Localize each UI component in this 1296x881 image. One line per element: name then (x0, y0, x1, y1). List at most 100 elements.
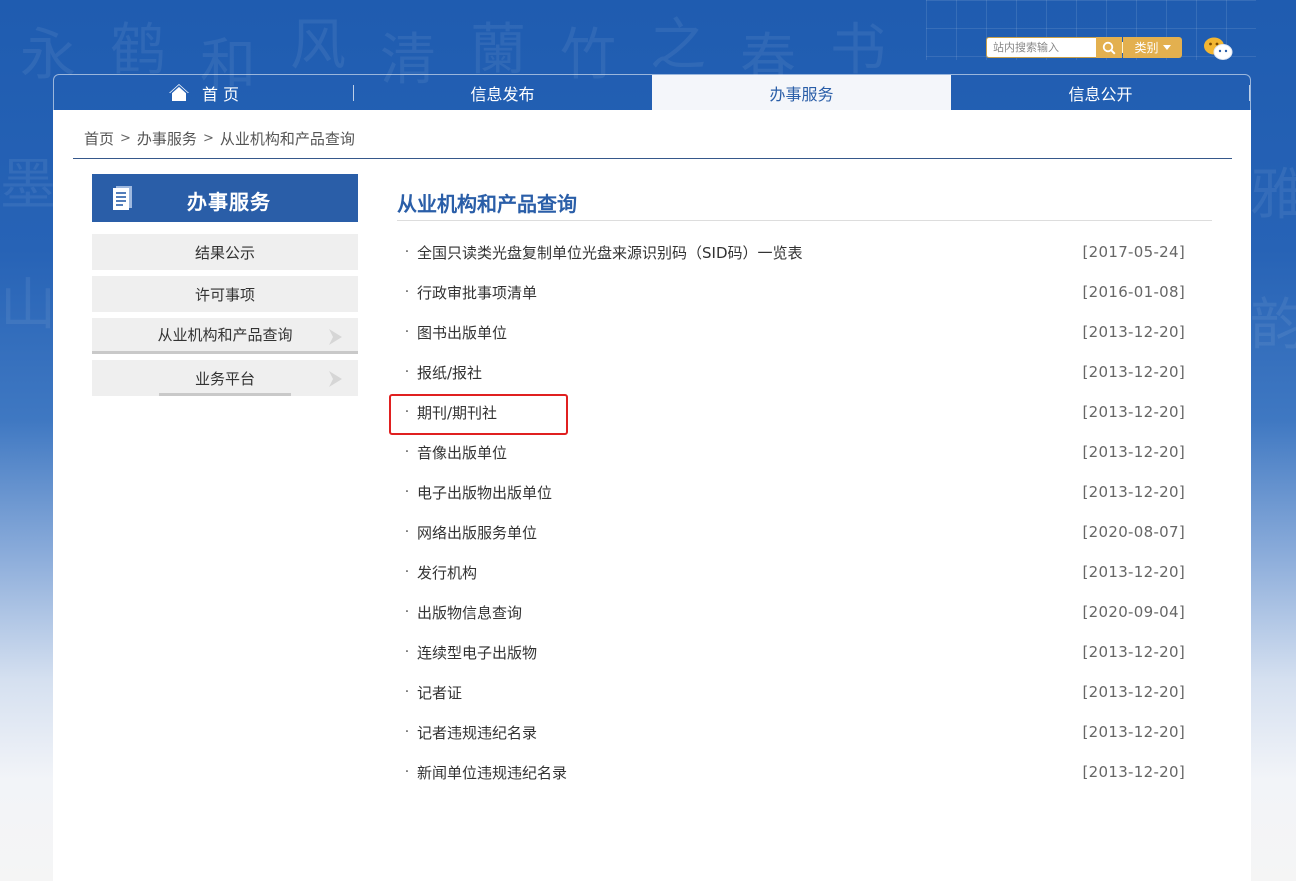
list-item-date: [2020-08-07] (1082, 523, 1185, 541)
breadcrumb-separator: > (202, 131, 214, 146)
sidebar-item-label: 业务平台 (194, 369, 255, 388)
bullet: · (404, 364, 410, 380)
result-list: · 全国只读类光盘复制单位光盘来源识别码（SID码）一览表 [2017-05-24… (397, 232, 1185, 792)
list-item-link[interactable]: 图书出版单位 (417, 322, 507, 343)
nav-services-label: 办事服务 (769, 84, 834, 104)
list-item: · 行政审批事项清单 [2016-01-08] (397, 272, 1185, 312)
list-item: · 电子出版物出版单位 [2013-12-20] (397, 472, 1185, 512)
nav-info-release[interactable]: 信息发布 (353, 75, 652, 110)
list-item: · 报纸/报社 [2013-12-20] (397, 352, 1185, 392)
list-item: · 出版物信息查询 [2020-09-04] (397, 592, 1185, 632)
breadcrumb-divider (73, 158, 1232, 159)
chevron-down-icon (1162, 45, 1171, 50)
bullet: · (404, 684, 410, 700)
breadcrumb: 首页 > 办事服务 > 从业机构和产品查询 (84, 128, 355, 149)
page-title: 从业机构和产品查询 (397, 192, 577, 216)
category-label: 类别 (1134, 41, 1159, 55)
sidebar-item-label: 从业机构和产品查询 (157, 326, 293, 344)
main-nav: 首 页 信息发布 办事服务 信息公开 (53, 74, 1251, 110)
list-item: · 连续型电子出版物 [2013-12-20] (397, 632, 1185, 672)
list-item-date: [2013-12-20] (1082, 363, 1185, 381)
list-item-date: [2020-09-04] (1082, 603, 1185, 621)
bullet: · (404, 764, 410, 780)
list-item: · 期刊/期刊社 [2013-12-20] (397, 392, 1185, 432)
list-item-date: [2017-05-24] (1082, 243, 1185, 261)
nav-home-label: 首 页 (201, 84, 240, 104)
main-panel: 首页 > 办事服务 > 从业机构和产品查询 办事服务 结果公示 许可事项 从业机… (53, 110, 1251, 881)
document-icon (113, 186, 132, 210)
search-icon (1102, 41, 1116, 55)
list-item-link[interactable]: 发行机构 (417, 562, 477, 583)
list-item-date: [2016-01-08] (1082, 283, 1185, 301)
list-item-date: [2013-12-20] (1082, 683, 1185, 701)
nav-info-release-label: 信息发布 (470, 84, 535, 104)
home-icon (168, 84, 189, 101)
title-divider (397, 220, 1212, 221)
list-item-date: [2013-12-20] (1082, 723, 1185, 741)
breadcrumb-services[interactable]: 办事服务 (137, 128, 197, 149)
list-item-link[interactable]: 记者证 (417, 682, 462, 703)
list-item-link[interactable]: 行政审批事项清单 (417, 282, 537, 303)
category-dropdown[interactable]: 类别 (1123, 37, 1182, 58)
list-item-date: [2013-12-20] (1082, 643, 1185, 661)
site-search: 类别 (986, 37, 1182, 58)
bullet: · (404, 604, 410, 620)
list-item: · 音像出版单位 [2013-12-20] (397, 432, 1185, 472)
search-button[interactable] (1096, 37, 1122, 58)
list-item-date: [2013-12-20] (1082, 483, 1185, 501)
bullet: · (404, 444, 410, 460)
sidebar-item-institution-query[interactable]: 从业机构和产品查询 (92, 318, 358, 354)
sidebar-item-label: 许可事项 (194, 285, 255, 304)
list-item-date: [2013-12-20] (1082, 403, 1185, 421)
hover-underline (159, 393, 291, 396)
nav-services[interactable]: 办事服务 (652, 75, 951, 110)
nav-info-disclosure-label: 信息公开 (1068, 84, 1133, 104)
list-item: · 记者违规违纪名录 [2013-12-20] (397, 712, 1185, 752)
wechat-icon (1204, 37, 1233, 60)
bullet: · (404, 284, 410, 300)
list-item: · 发行机构 [2013-12-20] (397, 552, 1185, 592)
bullet: · (404, 484, 410, 500)
wechat-button[interactable] (1203, 36, 1235, 62)
sidebar-item-label: 结果公示 (194, 243, 255, 262)
list-item-date: [2013-12-20] (1082, 763, 1185, 781)
sidebar-item-results[interactable]: 结果公示 (92, 234, 358, 270)
sidebar-menu: 结果公示 许可事项 从业机构和产品查询 业务平台 (92, 234, 358, 402)
bullet: · (404, 524, 410, 540)
bullet: · (404, 564, 410, 580)
list-item-link[interactable]: 出版物信息查询 (417, 602, 522, 623)
nav-home[interactable]: 首 页 (54, 75, 353, 110)
sidebar-item-permits[interactable]: 许可事项 (92, 276, 358, 312)
sidebar-item-business-platform[interactable]: 业务平台 (92, 360, 358, 396)
list-item-date: [2013-12-20] (1082, 443, 1185, 461)
bullet: · (404, 644, 410, 660)
list-item-date: [2013-12-20] (1082, 323, 1185, 341)
nav-info-disclosure[interactable]: 信息公开 (951, 75, 1250, 110)
bullet: · (404, 244, 410, 260)
breadcrumb-current: 从业机构和产品查询 (219, 130, 355, 148)
list-item-link[interactable]: 报纸/报社 (417, 362, 482, 383)
list-item-date: [2013-12-20] (1082, 563, 1185, 581)
breadcrumb-separator: > (120, 131, 131, 146)
list-item: · 图书出版单位 [2013-12-20] (397, 312, 1185, 352)
search-input[interactable] (986, 37, 1096, 58)
list-item: · 记者证 [2013-12-20] (397, 672, 1185, 712)
chevron-right-icon (329, 329, 342, 345)
list-item-link[interactable]: 连续型电子出版物 (417, 642, 537, 663)
breadcrumb-home[interactable]: 首页 (84, 128, 114, 149)
list-item-link[interactable]: 期刊/期刊社 (417, 402, 497, 423)
list-item: · 网络出版服务单位 [2020-08-07] (397, 512, 1185, 552)
list-item-link[interactable]: 全国只读类光盘复制单位光盘来源识别码（SID码）一览表 (417, 242, 803, 263)
list-item: · 全国只读类光盘复制单位光盘来源识别码（SID码）一览表 [2017-05-24… (397, 232, 1185, 272)
bullet: · (404, 404, 410, 420)
list-item: · 新闻单位违规违纪名录 [2013-12-20] (397, 752, 1185, 792)
list-item-link[interactable]: 新闻单位违规违纪名录 (417, 762, 567, 783)
list-item-link[interactable]: 电子出版物出版单位 (417, 482, 552, 503)
chevron-right-icon (329, 371, 342, 387)
sidebar-title: 办事服务 (187, 190, 271, 214)
sidebar-header: 办事服务 (92, 174, 358, 222)
list-item-link[interactable]: 记者违规违纪名录 (417, 722, 537, 743)
list-item-link[interactable]: 音像出版单位 (417, 442, 507, 463)
bullet: · (404, 724, 410, 740)
list-item-link[interactable]: 网络出版服务单位 (417, 522, 537, 543)
